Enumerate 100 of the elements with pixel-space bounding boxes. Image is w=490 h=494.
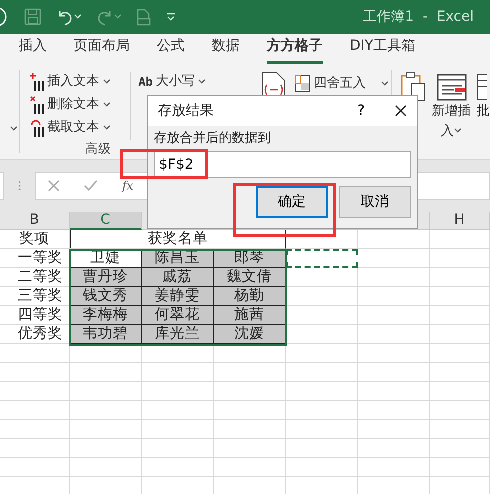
table-cell[interactable] (70, 363, 142, 382)
table-cell[interactable] (358, 249, 430, 268)
table-cell[interactable]: 杨勤 (214, 287, 286, 306)
table-cell[interactable]: 沈媛 (214, 325, 286, 344)
table-cell[interactable]: 曹丹珍 (70, 268, 142, 287)
table-cell[interactable] (430, 382, 490, 401)
ribbon-tab[interactable]: 插入 (19, 34, 47, 64)
table-cell[interactable] (0, 439, 70, 458)
table-cell[interactable]: 魏文倩 (214, 268, 286, 287)
table-cell[interactable] (0, 401, 70, 420)
table-cell[interactable] (70, 344, 142, 363)
table-cell[interactable] (430, 249, 490, 268)
column-header[interactable]: B (0, 212, 70, 230)
address-field[interactable]: $F$2 (154, 151, 411, 178)
table-cell[interactable] (358, 363, 430, 382)
table-cell[interactable] (286, 306, 358, 325)
ok-button[interactable]: 确定 (256, 186, 328, 218)
table-cell[interactable] (430, 287, 490, 306)
ribbon-button[interactable]: 删除文本 (30, 93, 122, 116)
table-cell[interactable] (430, 344, 490, 363)
table-cell[interactable] (0, 458, 70, 477)
table-cell[interactable]: 钱文秀 (70, 287, 142, 306)
table-cell[interactable] (0, 420, 70, 439)
table-cell[interactable] (358, 306, 430, 325)
table-cell[interactable] (214, 401, 286, 420)
table-cell[interactable]: 姜静雯 (142, 287, 214, 306)
table-cell[interactable]: 施茜 (214, 306, 286, 325)
column-header[interactable]: H (430, 212, 490, 230)
table-cell[interactable] (70, 439, 142, 458)
print-preview-icon[interactable] (136, 8, 152, 26)
table-cell[interactable] (70, 401, 142, 420)
ribbon-tab[interactable]: 公式 (157, 34, 185, 64)
cancel-icon[interactable] (48, 180, 60, 192)
table-cell[interactable] (286, 382, 358, 401)
table-cell[interactable] (358, 230, 430, 249)
table-cell[interactable] (358, 344, 430, 363)
table-cell[interactable] (214, 458, 286, 477)
enter-icon[interactable] (84, 180, 98, 192)
table-cell[interactable]: 韦功碧 (70, 325, 142, 344)
table-cell[interactable]: 何翠花 (142, 306, 214, 325)
table-cell[interactable] (70, 458, 142, 477)
ribbon-tab[interactable]: DIY工具箱 (350, 34, 416, 64)
table-cell[interactable] (286, 268, 358, 287)
table-cell[interactable] (286, 230, 358, 249)
table-cell[interactable] (142, 363, 214, 382)
table-cell[interactable]: 库光兰 (142, 325, 214, 344)
ribbon-button[interactable]: 批 (477, 102, 490, 122)
table-cell[interactable] (70, 382, 142, 401)
table-cell[interactable] (430, 363, 490, 382)
table-cell[interactable] (142, 420, 214, 439)
table-cell[interactable] (142, 458, 214, 477)
ribbon-button[interactable]: 截取文本 (30, 116, 122, 139)
table-cell[interactable] (358, 439, 430, 458)
table-cell[interactable] (286, 439, 358, 458)
table-cell[interactable] (358, 458, 430, 477)
ribbon-tab[interactable]: 数据 (212, 34, 240, 64)
table-cell[interactable] (286, 420, 358, 439)
table-cell[interactable] (358, 268, 430, 287)
table-cell[interactable] (214, 420, 286, 439)
cancel-button[interactable]: 取消 (339, 186, 411, 218)
ribbon-button[interactable]: 插入文本 (30, 70, 122, 93)
new-insert-button[interactable]: 新增插 入 (432, 72, 472, 159)
table-cell[interactable] (430, 268, 490, 287)
table-cell[interactable] (214, 344, 286, 363)
table-cell[interactable] (358, 382, 430, 401)
table-cell[interactable] (286, 344, 358, 363)
round-button[interactable]: 四舍五入 (294, 72, 389, 95)
help-button[interactable]: ? (358, 100, 365, 122)
table-cell[interactable] (430, 439, 490, 458)
table-cell[interactable] (430, 230, 490, 249)
table-cell[interactable] (286, 401, 358, 420)
table-cell[interactable] (286, 325, 358, 344)
table-cell[interactable] (142, 344, 214, 363)
case-button[interactable]: Ab 大小写 (138, 70, 206, 93)
table-cell[interactable] (430, 420, 490, 439)
table-cell[interactable] (430, 325, 490, 344)
table-cell[interactable] (0, 344, 70, 363)
customize-toolbar-icon[interactable] (166, 13, 176, 21)
table-cell[interactable] (214, 363, 286, 382)
table-cell[interactable] (142, 439, 214, 458)
table-cell[interactable] (430, 458, 490, 477)
table-cell[interactable]: 戚荔 (142, 268, 214, 287)
table-cell[interactable] (358, 287, 430, 306)
column-header[interactable]: C (70, 212, 142, 230)
save-icon[interactable] (24, 8, 42, 26)
insert-function-button[interactable]: fx (122, 177, 134, 195)
table-cell[interactable] (142, 382, 214, 401)
copy-marquee[interactable] (286, 249, 358, 268)
table-cell[interactable] (142, 401, 214, 420)
table-cell[interactable] (358, 420, 430, 439)
table-cell[interactable] (286, 363, 358, 382)
table-cell[interactable] (214, 439, 286, 458)
table-cell[interactable] (358, 401, 430, 420)
table-cell[interactable] (430, 401, 490, 420)
table-cell[interactable] (286, 458, 358, 477)
ribbon-tab[interactable]: 页面布局 (74, 34, 130, 64)
table-cell[interactable]: 李梅梅 (70, 306, 142, 325)
close-icon[interactable] (395, 105, 407, 117)
redo-icon[interactable] (96, 8, 114, 26)
table-cell[interactable] (0, 363, 70, 382)
